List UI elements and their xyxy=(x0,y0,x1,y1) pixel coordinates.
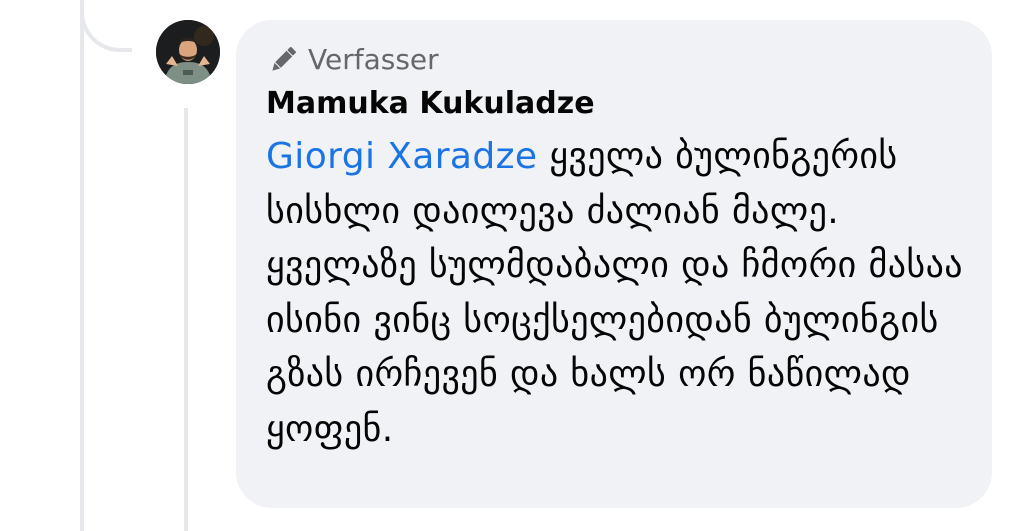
comment-author-name[interactable]: Mamuka Kukuladze xyxy=(266,82,595,126)
reply-connector-line xyxy=(184,108,188,531)
avatar[interactable] xyxy=(156,20,220,84)
comment-bubble: Verfasser Mamuka Kukuladze Giorgi Xaradz… xyxy=(236,20,992,508)
mention-link[interactable]: Giorgi Xaradze xyxy=(266,136,537,177)
comment-text: Giorgi Xaradze ყველა ბულინგერის სისხლი დ… xyxy=(266,130,976,457)
thread-connector-curve xyxy=(80,0,132,52)
author-badge: Verfasser xyxy=(266,42,439,78)
comment-actions-partial xyxy=(300,520,600,531)
pencil-icon xyxy=(266,43,300,77)
thread-connector-line xyxy=(80,0,84,531)
comment-body: ყველა ბულინგერის სისხლი დაილევა ძალიან მ… xyxy=(266,136,963,450)
badge-label: Verfasser xyxy=(308,43,439,76)
